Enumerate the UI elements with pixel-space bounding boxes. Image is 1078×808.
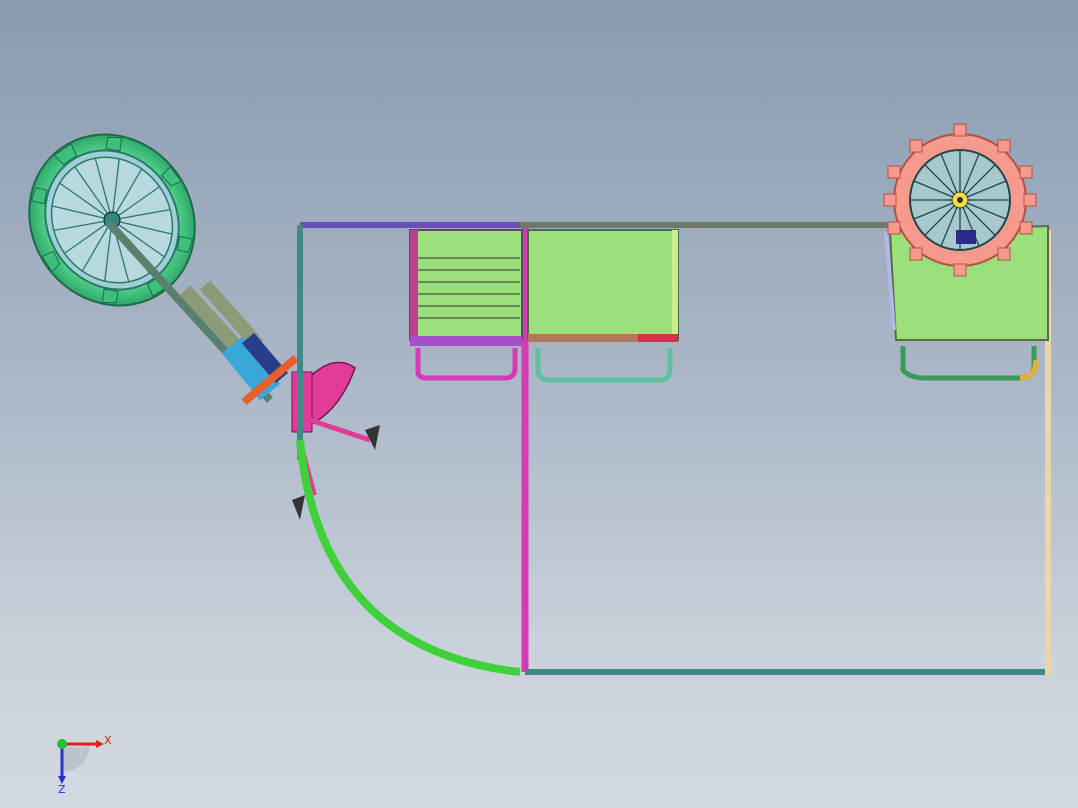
seat-left (409, 229, 523, 381)
steering-hub (291, 361, 380, 520)
coordinate-triad: X Z (57, 734, 112, 796)
y-axis-dot (57, 739, 67, 749)
cad-viewport[interactable]: X Z (0, 0, 1078, 808)
front-fork (105, 219, 299, 406)
x-axis-label: X (104, 734, 112, 747)
tricycle-top-view: X Z (28, 123, 1051, 796)
z-axis-label: Z (58, 783, 66, 796)
seat-middle (527, 229, 679, 383)
